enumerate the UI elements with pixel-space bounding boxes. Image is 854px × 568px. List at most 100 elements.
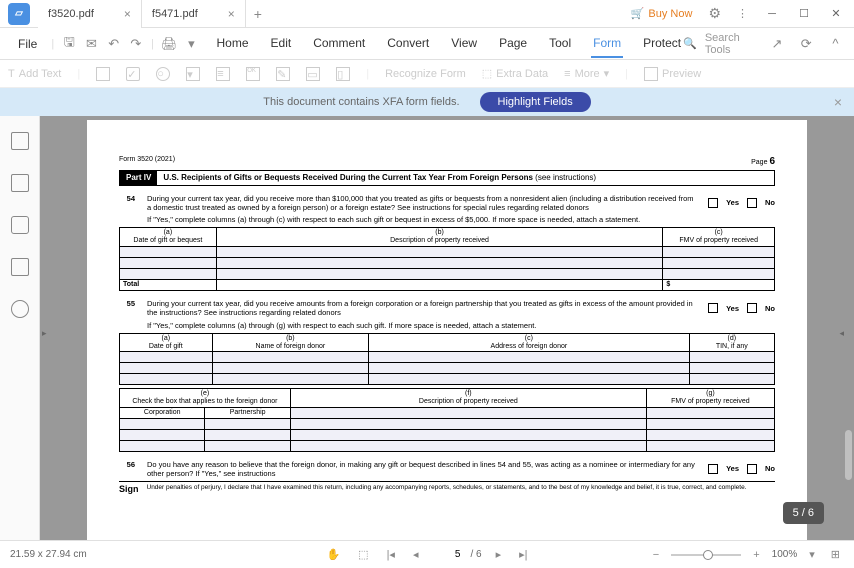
print-icon[interactable]: 🖨 [158, 36, 181, 52]
tab-label: f3520.pdf [48, 8, 94, 20]
tab-1[interactable]: f3520.pdf × [38, 0, 142, 28]
pdf-page: Form 3520 (2021) Page 6 Part IV U.S. Rec… [87, 120, 807, 540]
document-viewport[interactable]: ▸ ◂ Form 3520 (2021) Page 6 Part IV U.S.… [40, 116, 854, 540]
tab-edit[interactable]: Edit [269, 30, 294, 58]
zoom-out-icon[interactable]: − [649, 549, 663, 561]
undo-icon[interactable]: ↶ [103, 36, 125, 52]
sign-label: Sign [119, 484, 139, 495]
search-tools[interactable]: Search Tools [705, 32, 759, 56]
search-panel-icon[interactable] [11, 300, 29, 318]
sub-instruction: If "Yes," complete columns (a) through (… [147, 215, 775, 224]
field-icon-9[interactable]: ▯ [336, 67, 350, 81]
close-button[interactable]: ✕ [822, 0, 850, 28]
checkbox-yes[interactable] [708, 464, 718, 474]
field-icon-3[interactable]: ○ [156, 67, 170, 81]
save-icon[interactable]: 🖫 [58, 33, 80, 55]
field-icon-4[interactable]: ▾ [186, 67, 200, 81]
form-id: Form 3520 (2021) [119, 156, 175, 168]
more-tool[interactable]: ≡More▾ [564, 67, 609, 80]
part-title: U.S. Recipients of Gifts or Bequests Rec… [157, 171, 602, 185]
page-total: / 6 [470, 549, 481, 560]
field-icon-2[interactable]: ✓ [126, 67, 140, 81]
select-tool-icon[interactable]: ⬚ [354, 548, 372, 561]
sync-icon[interactable]: ⟳ [796, 36, 817, 52]
table-55a: (a) Date of gift(b) Name of foreign dono… [119, 333, 775, 385]
first-page-icon[interactable]: |◂ [383, 548, 399, 561]
perjury-statement: Under penalties of perjury, I declare th… [147, 484, 747, 495]
extra-data-tool[interactable]: ⬚Extra Data [482, 67, 548, 80]
sub-instruction: If "Yes," complete columns (a) through (… [147, 321, 775, 330]
question-text: During your current tax year, did you re… [147, 194, 696, 213]
tab-view[interactable]: View [449, 30, 479, 58]
tab-comment[interactable]: Comment [311, 30, 367, 58]
recognize-form-tool[interactable]: Recognize Form [385, 68, 466, 80]
close-icon[interactable]: × [228, 7, 235, 21]
new-tab-button[interactable]: + [246, 6, 270, 22]
redo-icon[interactable]: ↷ [125, 36, 147, 52]
bookmarks-icon[interactable] [11, 174, 29, 192]
hand-tool-icon[interactable]: ✋ [322, 548, 344, 561]
zoom-level: 100% [772, 549, 798, 560]
field-icon-5[interactable]: ≡ [216, 67, 230, 81]
page-input[interactable] [432, 549, 460, 560]
add-text-tool[interactable]: TAdd Text [8, 68, 61, 80]
page-dimensions: 21.59 x 27.94 cm [10, 549, 87, 560]
maximize-button[interactable]: ☐ [790, 0, 818, 28]
close-icon[interactable]: × [124, 7, 131, 21]
zoom-in-icon[interactable]: + [749, 549, 763, 561]
checkbox-no[interactable] [747, 198, 757, 208]
chevron-down-icon[interactable]: ▾ [180, 36, 202, 52]
tab-protect[interactable]: Protect [641, 30, 683, 58]
collapse-icon[interactable]: ^ [825, 36, 846, 51]
preview-tool[interactable]: Preview [644, 67, 701, 81]
tab-page[interactable]: Page [497, 30, 529, 58]
field-icon-6[interactable]: OK [246, 67, 260, 81]
q-num: 54 [119, 194, 135, 213]
expand-right-icon[interactable]: ◂ [839, 328, 844, 339]
checkbox-no[interactable] [747, 464, 757, 474]
field-icon-1[interactable] [96, 67, 110, 81]
attachments-icon[interactable] [11, 258, 29, 276]
checkbox-no[interactable] [747, 303, 757, 313]
checkbox-yes[interactable] [708, 303, 718, 313]
tab-convert[interactable]: Convert [385, 30, 431, 58]
last-page-icon[interactable]: ▸| [515, 548, 531, 561]
tab-2[interactable]: f5471.pdf × [142, 0, 246, 28]
prev-page-icon[interactable]: ◂ [409, 548, 423, 561]
open-icon[interactable]: ↗ [766, 36, 787, 52]
field-icon-8[interactable]: ▭ [306, 67, 320, 81]
gear-icon[interactable]: ⚙ [702, 5, 727, 22]
table-55b: (e) Check the box that applies to the fo… [119, 388, 775, 451]
app-icon[interactable]: ▱ [8, 3, 30, 25]
q-num: 56 [119, 460, 135, 479]
q-num: 55 [119, 299, 135, 318]
scrollbar-thumb[interactable] [845, 430, 852, 480]
page-indicator: 5 / 6 [783, 502, 824, 524]
minimize-button[interactable]: ─ [758, 0, 786, 28]
tab-form[interactable]: Form [591, 30, 623, 58]
form-cell[interactable] [120, 246, 217, 257]
tab-label: f5471.pdf [152, 8, 198, 20]
comments-icon[interactable] [11, 216, 29, 234]
field-icon-7[interactable]: ✎ [276, 67, 290, 81]
more-icon[interactable]: ⋮ [731, 7, 754, 20]
next-page-icon[interactable]: ▸ [492, 548, 506, 561]
search-icon[interactable]: 🔍 [683, 37, 697, 50]
info-message: This document contains XFA form fields. [263, 96, 459, 108]
close-icon[interactable]: × [834, 94, 842, 110]
question-text: During your current tax year, did you re… [147, 299, 696, 318]
file-menu[interactable]: File [8, 37, 47, 51]
zoom-slider[interactable] [671, 554, 741, 556]
fit-page-icon[interactable]: ⊞ [827, 548, 844, 561]
thumbnails-icon[interactable] [11, 132, 29, 150]
tab-home[interactable]: Home [215, 30, 251, 58]
expand-left-icon[interactable]: ▸ [42, 328, 47, 339]
zoom-dropdown-icon[interactable]: ▾ [805, 548, 819, 561]
highlight-fields-button[interactable]: Highlight Fields [480, 92, 591, 112]
mail-icon[interactable]: ✉ [80, 36, 102, 52]
checkbox-yes[interactable] [708, 198, 718, 208]
tab-tool[interactable]: Tool [547, 30, 573, 58]
table-54: (a) Date of gift or bequest(b) Descripti… [119, 227, 775, 291]
buy-now-link[interactable]: 🛒 Buy Now [625, 7, 699, 20]
part-label: Part IV [120, 171, 157, 185]
